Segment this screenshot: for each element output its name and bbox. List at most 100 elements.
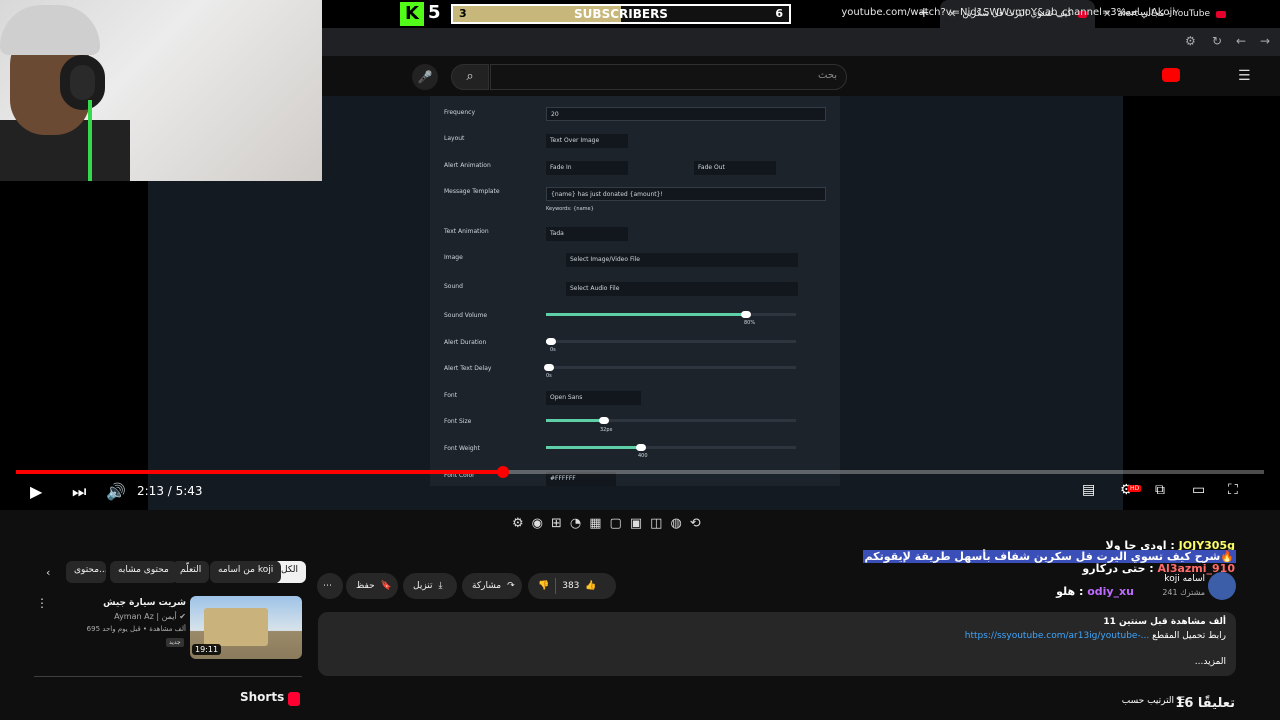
slider-fill <box>546 419 604 422</box>
back-icon[interactable]: ← <box>1236 34 1246 48</box>
setting-color: #FFFFFF <box>546 472 616 486</box>
like-count[interactable]: 383 <box>562 581 579 591</box>
new-badge: جديد <box>166 638 184 647</box>
text-delay-slider <box>543 364 796 371</box>
slider-fill <box>546 313 746 316</box>
time-display: 2:13 / 5:43 <box>137 484 203 498</box>
setting-label: Sound <box>444 283 463 290</box>
setting-label: Text Animation <box>444 228 489 235</box>
setting-value: {name} has just donated {amount}! <box>546 187 826 201</box>
speed-icon[interactable]: ◔ <box>570 516 581 538</box>
video-channel[interactable]: Ayman Az | أيمن ✔ <box>60 612 186 621</box>
download-label: تنزيل <box>413 581 433 591</box>
save-button[interactable]: حفظ 🔖 <box>346 573 398 599</box>
video-meta: 695 ألف مشاهدة • قبل يوم واحد <box>86 625 186 633</box>
volume-icon[interactable]: 🔊 <box>106 482 126 501</box>
setting-label: Font <box>444 392 458 399</box>
slider-value: 80% <box>744 320 756 326</box>
channel-avatar[interactable] <box>1208 572 1236 600</box>
setting-label: Alert Text Delay <box>444 365 492 372</box>
reload-icon[interactable]: ↻ <box>1212 34 1222 48</box>
dislike-icon[interactable]: 👎 <box>538 581 549 591</box>
setting-label: Font Weight <box>444 445 480 452</box>
setting-dropdown: Tada <box>546 227 628 241</box>
captions-icon[interactable]: ▤ <box>1082 482 1095 498</box>
next-icon[interactable]: ⏭ <box>72 482 86 502</box>
slider-knob <box>741 311 751 318</box>
chat-message: حتى دركارو : Al3azmi_910 <box>1082 562 1235 575</box>
description-link-row: https://ssyoutube.com/ar13ig/youtube-...… <box>965 631 1226 641</box>
search-icon[interactable]: ⌕ <box>451 64 489 90</box>
chevron-left-icon[interactable]: ‹ <box>46 566 50 579</box>
cinema-icon[interactable]: ◫ <box>650 516 662 538</box>
youtube-logo-icon[interactable] <box>1162 68 1180 82</box>
crop-icon[interactable]: ▢ <box>610 516 622 538</box>
download-button[interactable]: تنزيل ⤓ <box>403 573 457 599</box>
bookmark-icon: 🔖 <box>380 581 392 591</box>
video-channel-name: Ayman Az | أيمن <box>114 612 177 621</box>
setting-dropdown: Fade Out <box>694 161 776 175</box>
chip-more[interactable]: محتوى... <box>66 561 106 583</box>
screenshot-icon[interactable]: ◉ <box>532 516 543 538</box>
setting-label: Message Template <box>444 188 500 195</box>
gear-icon[interactable]: ⚙ <box>512 516 524 538</box>
hd-badge: HD <box>1128 485 1142 492</box>
video-duration: 19:11 <box>192 644 222 655</box>
setting-label: Alert Duration <box>444 339 487 346</box>
scrubber-handle[interactable] <box>496 466 509 478</box>
setting-dropdown: Fade In <box>546 161 628 175</box>
show-more-button[interactable]: ...المزيد <box>1195 657 1226 667</box>
repeat-icon[interactable]: ⟲ <box>690 516 701 538</box>
like-dislike-group: 👎 383 👍 <box>528 573 616 599</box>
webcam-overlay <box>0 0 322 181</box>
search-input[interactable] <box>490 64 847 90</box>
play-icon[interactable]: ▶ <box>30 482 42 501</box>
site-settings-icon[interactable]: ⚙ <box>1185 34 1196 48</box>
slider-value: 32px <box>600 427 613 433</box>
sort-comments-button[interactable]: الترتيب حسب ☰ <box>1122 696 1185 706</box>
loop-icon[interactable]: ▦ <box>589 516 601 538</box>
setting-label: Alert Animation <box>444 162 491 169</box>
miniplayer-icon[interactable]: ⧉ <box>1155 482 1165 498</box>
add-icon[interactable]: ⊞ <box>551 516 562 538</box>
slider-knob <box>598 417 609 424</box>
setting-label: Font Size <box>444 418 472 425</box>
setting-dropdown: Text Over Image <box>546 134 628 148</box>
description-box[interactable]: 11 ألف مشاهدة قبل سنتين https://ssyoutub… <box>318 612 1236 676</box>
like-icon[interactable]: 👍 <box>585 581 596 591</box>
clip-icon[interactable]: ▣ <box>630 516 642 538</box>
setting-dropdown: Open Sans <box>546 391 641 405</box>
chip-related[interactable]: محتوى مشابه <box>110 561 177 583</box>
chat-message: هلو : odiy_xu <box>1056 585 1134 598</box>
description-link[interactable]: https://ssyoutube.com/ar13ig/youtube-... <box>965 631 1150 641</box>
url-field[interactable]: youtube.com/watch?v=Nid1SWWvmoY&ab_chann… <box>700 7 1175 18</box>
font-weight-slider <box>546 444 796 451</box>
more-actions-button[interactable]: ⋯ <box>317 573 343 599</box>
share-button[interactable]: مشاركة ↷ <box>462 573 522 599</box>
webcam-cap <box>0 5 100 55</box>
slider-knob <box>543 364 554 371</box>
audio-icon[interactable]: ◍ <box>670 516 681 538</box>
theater-mode-icon[interactable]: ▭ <box>1192 482 1205 498</box>
video-title[interactable]: شريت سيارة جيش <box>60 598 186 608</box>
forward-icon[interactable]: → <box>1260 34 1270 48</box>
extension-toolbar: ⚙ ◉ ⊞ ◔ ▦ ▢ ▣ ◫ ◍ ⟲ <box>512 516 762 538</box>
video-thumbnail[interactable]: 19:11 <box>190 596 302 659</box>
slider-knob <box>546 338 556 345</box>
menu-icon[interactable]: ☰ <box>1238 68 1251 84</box>
setting-file: Select Audio File <box>566 282 798 296</box>
kick-logo: K <box>400 2 424 26</box>
more-vert-icon[interactable]: ⋮ <box>36 596 48 610</box>
font-size-slider <box>546 417 796 424</box>
duration-slider <box>546 338 796 345</box>
view-count: 11 ألف مشاهدة قبل سنتين <box>1103 617 1226 627</box>
setting-value: 20 <box>546 107 826 121</box>
chip-channel[interactable]: من اسامه koji <box>210 561 282 583</box>
shorts-heading: Shorts <box>240 690 285 704</box>
share-label: مشاركة <box>472 581 502 591</box>
slider-knob <box>636 444 646 451</box>
fullscreen-icon[interactable]: ⛶ <box>1228 482 1238 498</box>
channel-name[interactable]: koji اسامه <box>1160 574 1205 584</box>
chip-learning[interactable]: التعلّم <box>172 561 210 583</box>
microphone-icon[interactable]: 🎤 <box>412 64 438 90</box>
